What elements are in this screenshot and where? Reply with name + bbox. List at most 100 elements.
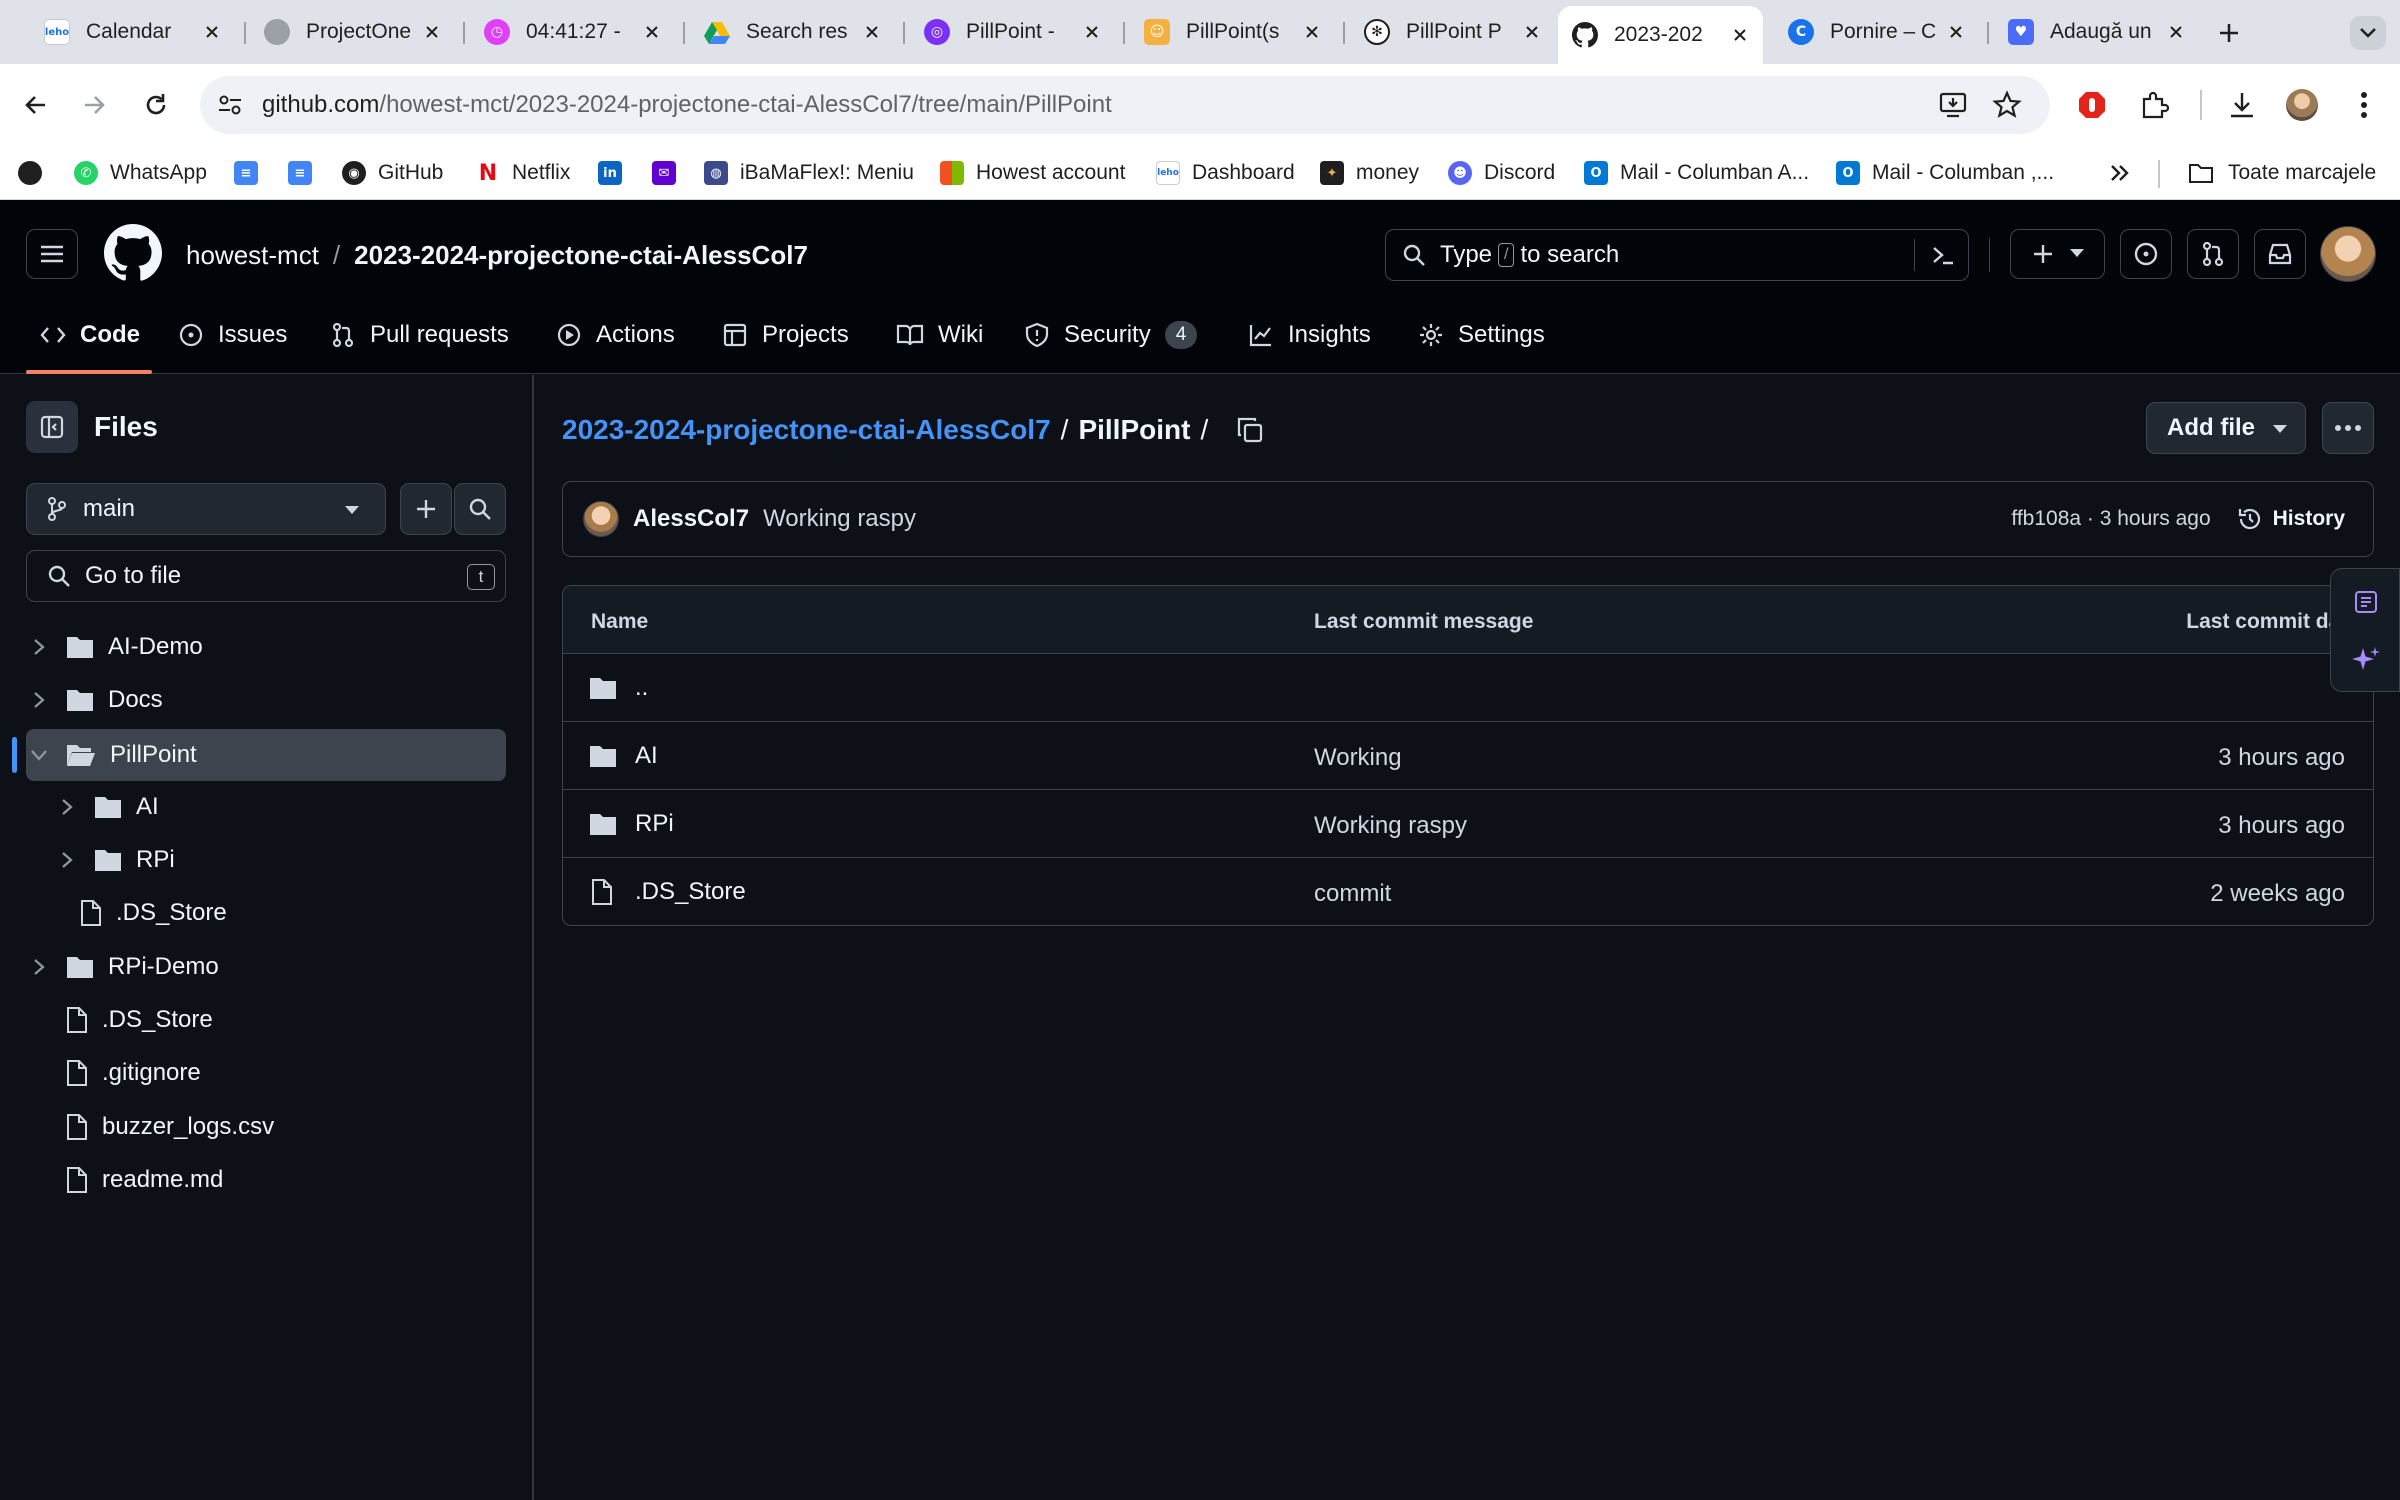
user-avatar[interactable] [2320,226,2376,282]
close-icon[interactable] [639,19,665,45]
close-icon[interactable] [1727,22,1753,48]
sparkle-ai-icon[interactable] [2351,645,2381,675]
row-commit-message[interactable]: Working [1314,744,1402,772]
table-row[interactable]: RPi Working raspy 3 hours ago [563,790,2373,858]
tab-security[interactable]: Security 4 [1024,313,1198,357]
bookmark-outlook[interactable]: O Mail - Columban A... [1584,156,1809,190]
search-input[interactable]: Type / to search [1385,229,1969,281]
chevron-right-icon[interactable] [26,954,52,980]
profile-avatar-icon[interactable] [2280,83,2324,127]
bookmark-money[interactable]: ✦ money [1320,156,1419,190]
browser-tab[interactable]: Search res [690,8,895,56]
browser-tab[interactable]: ◷ 04:41:27 - [470,8,675,56]
github-logo-icon[interactable] [104,224,162,282]
add-file-button[interactable]: Add file [2146,402,2306,454]
close-icon[interactable] [1299,19,1325,45]
bookmark-star-icon[interactable] [1992,90,2022,120]
row-name[interactable]: RPi [635,810,674,838]
kebab-menu-icon[interactable] [2342,83,2386,127]
notes-icon[interactable] [2353,589,2379,615]
tab-projects[interactable]: Projects [722,313,849,357]
browser-tab[interactable]: ProjectOne [250,8,455,56]
browser-tab[interactable]: ◎ PillPoint - [910,8,1115,56]
row-commit-message[interactable]: Working raspy [1314,812,1467,840]
bookmark-github[interactable]: ◉ GitHub [342,156,443,190]
search-icon[interactable] [454,483,506,535]
issues-icon[interactable] [2120,229,2172,279]
hamburger-menu-icon[interactable] [26,229,78,279]
tree-item-folder[interactable]: AI [40,781,506,833]
create-new-button[interactable] [2010,229,2105,279]
address-bar[interactable]: github.com/howest-mct/2023-2024-projecto… [200,76,2050,134]
install-app-icon[interactable] [1938,90,1968,120]
row-name[interactable]: .DS_Store [635,878,746,906]
chevron-right-icon[interactable] [26,687,52,713]
close-icon[interactable] [2163,19,2189,45]
tree-item-file[interactable]: .DS_Store [66,994,506,1046]
go-to-file-input[interactable]: Go to file t [26,550,506,602]
all-bookmarks-folder[interactable]: Toate marcajele [2188,156,2376,190]
tab-pull-requests[interactable]: Pull requests [330,313,509,357]
bookmark-apps[interactable] [18,156,54,190]
table-row[interactable]: .DS_Store commit 2 weeks ago [563,858,2373,925]
more-options-icon[interactable] [2322,402,2374,454]
chevron-right-icon[interactable] [54,794,80,820]
tab-actions[interactable]: Actions [556,313,675,357]
pull-requests-icon[interactable] [2187,229,2239,279]
chevron-right-icon[interactable] [54,847,80,873]
row-name[interactable]: AI [635,742,658,770]
commit-message[interactable]: Working raspy [763,505,916,533]
breadcrumb-repo-link[interactable]: 2023-2024-projectone-ctai-AlessCol7 [562,414,1051,446]
tree-item-folder[interactable]: AI-Demo [26,621,506,673]
close-icon[interactable] [419,19,445,45]
bookmark-howest[interactable]: Howest account [940,156,1125,190]
tree-item-folder[interactable]: RPi [40,834,506,886]
tree-item-file[interactable]: .gitignore [66,1047,506,1099]
bookmark-outlook[interactable]: O Mail - Columban ,... [1836,156,2054,190]
row-name[interactable]: .. [635,674,648,702]
close-icon[interactable] [199,19,225,45]
command-palette-icon[interactable] [1930,242,1956,268]
commit-author[interactable]: AlessCol7 [633,505,749,533]
reload-icon[interactable] [134,83,178,127]
collapse-sidebar-icon[interactable] [26,401,78,453]
tab-code[interactable]: Code [40,313,140,357]
bookmark-whatsapp[interactable]: ✆ WhatsApp [74,156,207,190]
browser-tab[interactable]: C Pornire – C [1774,8,1979,56]
tree-item-folder-selected[interactable]: PillPoint [26,729,506,781]
bookmark-ibamaflex[interactable]: ◍ iBaMaFlex!: Meniu [704,156,914,190]
close-icon[interactable] [1519,19,1545,45]
bookmark-linkedin[interactable]: in [598,156,634,190]
table-row[interactable]: AI Working 3 hours ago [563,722,2373,790]
more-bookmarks-chevron-icon[interactable] [2108,156,2132,190]
browser-tab[interactable]: leho Calendar [30,8,235,56]
tree-item-folder[interactable]: Docs [26,674,506,726]
bookmark-docs[interactable]: ≡ [288,156,324,190]
download-icon[interactable] [2220,83,2264,127]
close-icon[interactable] [1079,19,1105,45]
bookmark-dashboard[interactable]: leho Dashboard [1156,156,1295,190]
chevron-down-icon[interactable] [26,742,52,768]
browser-tab[interactable]: ♥ Adaugă un [1994,8,2199,56]
chevron-right-icon[interactable] [26,634,52,660]
row-commit-message[interactable]: commit [1314,880,1391,908]
bookmark-discord[interactable]: ☻ Discord [1448,156,1555,190]
tab-search-chevron-icon[interactable] [2350,16,2386,50]
table-row-parent-dir[interactable]: .. [563,654,2373,722]
copy-path-icon[interactable] [1236,416,1264,444]
add-file-plus-icon[interactable] [400,483,452,535]
browser-tab[interactable]: ✻ PillPoint P [1350,8,1555,56]
tree-item-folder[interactable]: RPi-Demo [26,941,506,993]
new-tab-plus-icon[interactable] [2212,16,2246,50]
bookmark-netflix[interactable]: N Netflix [476,156,570,190]
tree-item-file[interactable]: buzzer_logs.csv [66,1101,506,1153]
tab-wiki[interactable]: Wiki [896,313,983,357]
browser-tab-active[interactable]: 2023-202 [1558,6,1763,64]
tree-item-file[interactable]: .DS_Store [80,887,506,939]
tree-item-file[interactable]: readme.md [66,1154,506,1206]
bookmark-docs[interactable]: ≡ [234,156,270,190]
tab-issues[interactable]: Issues [178,313,287,357]
extensions-puzzle-icon[interactable] [2132,83,2176,127]
author-avatar[interactable] [583,501,619,537]
branch-selector[interactable]: main [26,483,386,535]
